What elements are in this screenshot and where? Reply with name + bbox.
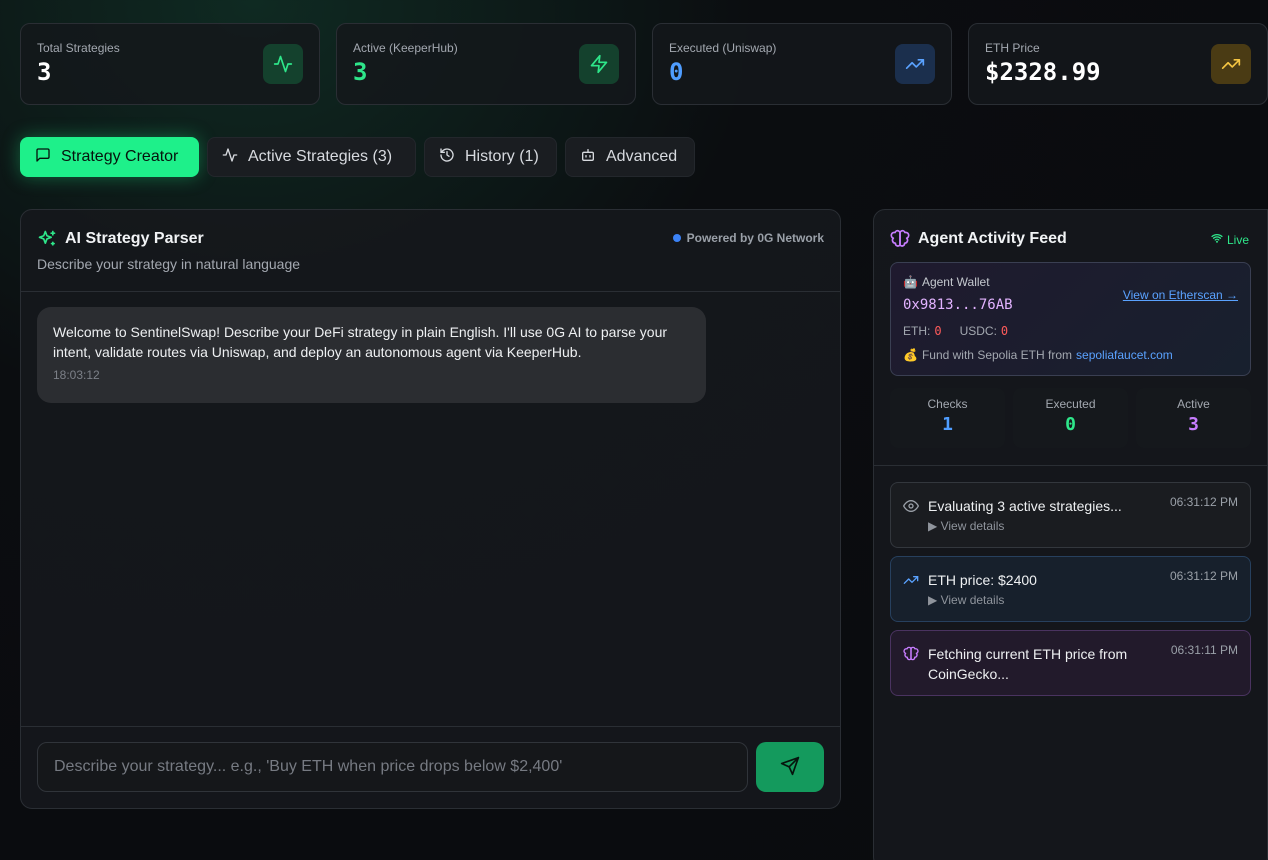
- event-time: 06:31:12 PM: [1169, 569, 1238, 583]
- faucet-link[interactable]: sepoliafaucet.com: [1076, 348, 1173, 362]
- event-text: ETH price: $2400: [928, 572, 1037, 588]
- powered-by-badge: Powered by 0G Network: [672, 231, 824, 245]
- panel-title: Agent Activity Feed: [918, 230, 1067, 247]
- eth-balance-value: 0: [934, 324, 942, 338]
- tab-history[interactable]: History (1): [424, 137, 557, 177]
- sparkles-icon: [37, 229, 57, 254]
- tab-label: Advanced: [606, 148, 678, 165]
- tab-label: Active Strategies (3): [248, 148, 393, 165]
- counter-value: 0: [1065, 414, 1076, 435]
- live-label: Live: [1226, 233, 1249, 247]
- assistant-message: Welcome to SentinelSwap! Describe your D…: [37, 307, 706, 403]
- fund-text: Fund with Sepolia ETH from: [921, 348, 1073, 362]
- divider: [874, 465, 1267, 466]
- wifi-icon: [1211, 231, 1223, 249]
- bot-icon: [580, 147, 596, 168]
- counter-active: Active 3: [1136, 388, 1251, 448]
- activity-event: Evaluating 3 active strategies... 06:31:…: [890, 482, 1251, 548]
- stat-value: 3: [353, 58, 368, 86]
- counter-value: 3: [1188, 414, 1199, 435]
- counter-label: Executed: [1045, 397, 1096, 411]
- event-text: Fetching current ETH price from CoinGeck…: [928, 646, 1128, 682]
- tab-label: Strategy Creator: [61, 148, 179, 165]
- message-square-icon: [35, 147, 51, 168]
- counter-checks: Checks 1: [890, 388, 1005, 448]
- divider: [21, 726, 840, 727]
- counter-executed: Executed 0: [1013, 388, 1128, 448]
- event-text: Evaluating 3 active strategies...: [928, 498, 1122, 514]
- stat-value: 3: [37, 58, 52, 86]
- eye-icon: [903, 498, 919, 519]
- history-icon: [439, 147, 455, 168]
- eth-balance-label: ETH:: [903, 324, 931, 338]
- agent-activity-feed-panel: Agent Activity Feed Live 🤖 Agent Wallet …: [873, 209, 1268, 860]
- event-time: 06:31:12 PM: [1169, 495, 1238, 509]
- view-details-toggle[interactable]: ▶ View details: [928, 593, 1004, 607]
- wallet-address: 0x9813...76AB: [903, 297, 1013, 313]
- stat-label: ETH Price: [985, 41, 1040, 55]
- panel-subtitle: Describe your strategy in natural langua…: [37, 256, 301, 272]
- trending-up-icon: [903, 572, 919, 593]
- powered-by-label: Powered by 0G Network: [686, 231, 824, 245]
- brain-icon: [890, 229, 910, 254]
- activity-event: Fetching current ETH price from CoinGeck…: [890, 630, 1251, 696]
- live-badge: Live: [1211, 231, 1249, 249]
- brain-icon: [903, 646, 919, 667]
- wallet-label: Agent Wallet: [921, 275, 990, 289]
- stat-card-executed-uniswap: Executed (Uniswap) 0: [652, 23, 952, 105]
- stat-value: 0: [669, 58, 684, 86]
- tab-strategy-creator[interactable]: Strategy Creator: [20, 137, 199, 177]
- stat-label: Executed (Uniswap): [669, 41, 777, 55]
- agent-wallet-card: 🤖 Agent Wallet 0x9813...76AB View on Eth…: [890, 262, 1251, 376]
- trending-up-icon: [1211, 44, 1251, 84]
- zap-icon: [579, 44, 619, 84]
- stat-label: Total Strategies: [37, 41, 120, 55]
- divider: [21, 291, 840, 292]
- usdc-balance-label: USDC:: [959, 324, 997, 338]
- stat-card-active-keeperhub: Active (KeeperHub) 3: [336, 23, 636, 105]
- counter-value: 1: [942, 414, 953, 435]
- status-dot: [672, 234, 681, 242]
- counter-label: Active: [1177, 397, 1210, 411]
- message-text: Welcome to SentinelSwap! Describe your D…: [53, 324, 668, 360]
- stat-label: Active (KeeperHub): [353, 41, 458, 55]
- stat-value: $2328.99: [985, 58, 1101, 86]
- money-bag-icon: 💰: [903, 348, 918, 362]
- activity-icon: [222, 147, 238, 168]
- fund-hint: 💰 Fund with Sepolia ETH from sepoliafauc…: [903, 348, 1173, 362]
- ai-strategy-parser-panel: AI Strategy Parser Describe your strateg…: [20, 209, 841, 809]
- usdc-balance-value: 0: [1000, 324, 1009, 338]
- trending-up-icon: [895, 44, 935, 84]
- view-details-toggle[interactable]: ▶ View details: [928, 519, 1004, 533]
- strategy-input[interactable]: [37, 742, 748, 792]
- stat-card-total-strategies: Total Strategies 3: [20, 23, 320, 105]
- event-time: 06:31:11 PM: [1170, 643, 1238, 657]
- panel-title: AI Strategy Parser: [65, 230, 204, 247]
- tab-advanced[interactable]: Advanced: [565, 137, 695, 177]
- etherscan-link[interactable]: View on Etherscan →: [1123, 288, 1238, 302]
- message-timestamp: 18:03:12: [53, 368, 100, 382]
- counter-label: Checks: [927, 397, 968, 411]
- wallet-balances: ETH: 0 USDC: 0: [903, 324, 1008, 338]
- robot-icon: 🤖: [903, 275, 918, 289]
- tab-label: History (1): [465, 148, 539, 165]
- send-button[interactable]: [756, 742, 824, 792]
- wallet-header: 🤖 Agent Wallet: [903, 275, 990, 289]
- tab-active-strategies[interactable]: Active Strategies (3): [207, 137, 416, 177]
- activity-icon: [263, 44, 303, 84]
- send-icon: [780, 756, 800, 779]
- activity-event: ETH price: $2400 06:31:12 PM ▶ View deta…: [890, 556, 1251, 622]
- stat-card-eth-price: ETH Price $2328.99: [968, 23, 1268, 105]
